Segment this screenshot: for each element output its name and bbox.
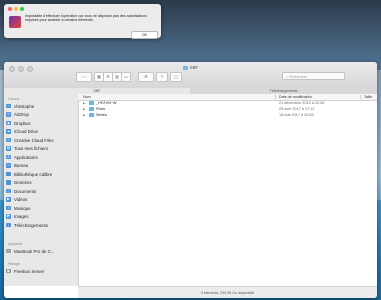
sidebar-item-label: MacBook Pro de C... [14,248,55,254]
creative-cloud-icon: ∞ [6,137,11,143]
sidebar-item-macbook[interactable]: ▱ MacBook Pro de C... [6,247,76,255]
search-input[interactable]: ⌕ Rechercher [282,72,345,80]
sidebar-item-christophe[interactable]: ⌂ christophe [6,102,76,110]
table-row[interactable]: ▶ Séries 18 mai 2017 à 20:45 [78,112,377,118]
column-divider[interactable] [360,95,361,99]
laptop-icon: ▱ [6,248,11,254]
shared-heading: Partagé [8,262,20,266]
server-icon: ▣ [6,268,11,274]
gallery-view-icon[interactable]: ▭ [121,72,131,82]
back-forward-button[interactable]: ‹ › [76,72,92,82]
sidebar-item-label: Musique [14,205,31,211]
documents-icon: ▯ [6,188,11,194]
music-icon: ♫ [6,205,11,211]
sidebar-item-label: AirDrop [14,112,29,117]
titlebar: SBF ‹ › ▦ ☰ ▥ ▭ ⚙ ⇪ ◯ ⌕ Rechercher [4,62,377,89]
sidebar-item-label: Vidéos [14,197,28,202]
home-icon: ⌂ [6,103,11,109]
minimize-dot-icon[interactable] [14,7,18,11]
column-divider[interactable] [275,95,276,99]
ok-button[interactable]: OK [131,31,158,39]
share-icon[interactable]: ⇪ [156,72,168,82]
arrange-button[interactable]: ⚙ [138,72,154,82]
sidebar-item-label: Creative Cloud Files [14,137,54,143]
toolbar: ‹ › ▦ ☰ ▥ ▭ ⚙ ⇪ ◯ ⌕ Rechercher [4,72,377,84]
file-name: Séries [96,113,107,117]
sidebar-item-label: Bureau [14,163,29,168]
finder-window: SBF ‹ › ▦ ☰ ▥ ▭ ⚙ ⇪ ◯ ⌕ Rechercher SBF T… [4,62,377,298]
sidebar-item-label: Images [14,214,29,219]
sidebar-item-musique[interactable]: ♫ Musique [6,204,76,212]
sidebar-item-documents[interactable]: ▯ Documents [6,187,76,195]
tag-icon[interactable]: ◯ [170,72,182,82]
folder-icon [89,113,94,117]
movies-icon: ▶ [6,197,11,202]
sidebar-item-label: Bibliothèque calibre [14,171,53,177]
folder-icon [89,101,94,105]
search-placeholder: Rechercher [289,75,308,79]
sidebar-item-label: Téléchargements [14,222,48,228]
favorites-heading: Favoris [8,97,20,101]
sidebar-item-freebox-server[interactable]: ▣ Freebox Server [6,267,76,275]
desktop-icon: ▭ [6,163,11,168]
status-bar: 3 éléments, 290,06 Go disponible [78,286,377,298]
sidebar: Favoris ⌂ christophe ◎ AirDrop ◆ Dropbox ☁ i… [4,94,79,286]
sidebar-item-images[interactable]: ◩ Images [6,213,76,221]
sidebar-item-tous-mes-fichiers[interactable]: ▤ Tous mes fichiers [6,145,76,153]
sidebar-item-bibliotheque-calibre[interactable]: Bibliothèque calibre [6,170,76,178]
sidebar-item-creative-cloud-files[interactable]: ∞ Creative Cloud Files [6,136,76,144]
sidebar-item-label: iCloud Drive [14,129,38,134]
window-title: SBF [4,65,377,70]
sidebar-item-label: Applications [14,154,38,160]
alert-message: Impossible d'effectuer l'opération car v… [25,14,147,23]
sidebar-item-airdrop[interactable]: ◎ AirDrop [6,111,76,119]
sidebar-item-label: christophe [14,103,35,109]
app-icon [9,16,21,28]
sidebar-item-label: Dropbox [14,120,31,126]
sidebar-item-videos[interactable]: ▶ Vidéos [6,196,76,204]
folder-icon [182,66,188,70]
sidebar-item-label: Documents [14,188,37,194]
dropbox-icon: ◆ [6,120,11,126]
disclosure-triangle-icon[interactable]: ▶ [83,112,85,118]
airdrop-icon: ◎ [6,112,11,117]
sidebar-item-applications[interactable]: A Applications [6,153,76,161]
sidebar-item-label: Données [14,180,32,185]
sidebar-item-label: Freebox Server [14,268,45,274]
window-title-text: SBF [189,65,199,70]
folder-icon [6,171,11,177]
downloads-icon: ↓ [6,222,11,228]
permission-alert: Impossible d'effectuer l'opération car v… [4,4,161,39]
cloud-icon: ☁ [6,129,11,134]
sidebar-item-bureau[interactable]: ▭ Bureau [6,162,76,170]
alert-window-controls [8,7,24,11]
all-files-icon: ▤ [6,146,11,151]
devices-heading: Appareils [8,242,23,246]
pictures-icon: ◩ [6,214,11,219]
applications-icon: A [6,154,11,160]
zoom-dot-icon[interactable] [20,7,24,11]
folder-icon [89,107,94,111]
sidebar-item-label: Tous mes fichiers [14,146,48,151]
sidebar-item-telechargements[interactable]: ↓ Téléchargements [6,221,76,229]
sidebar-item-dropbox[interactable]: ◆ Dropbox [6,119,76,127]
folder-icon [6,180,11,185]
sidebar-item-donnees[interactable]: Données [6,179,76,187]
file-list: ▶ _HFZVN~W 21 décembre 2013 à 22:06 ▶ Fi… [78,100,377,118]
file-date: 18 mai 2017 à 20:45 [279,113,314,117]
close-dot-icon[interactable] [8,7,12,11]
sidebar-item-icloud-drive[interactable]: ☁ iCloud Drive [6,128,76,136]
